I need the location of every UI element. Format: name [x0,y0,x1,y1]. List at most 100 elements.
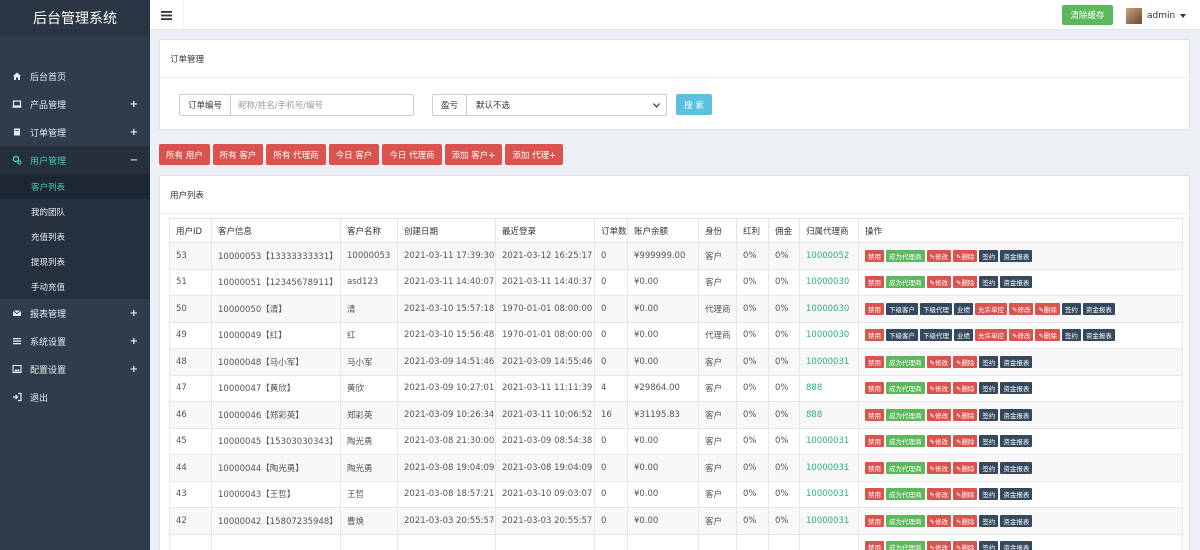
row-action-button[interactable]: 成为代理商 [886,514,925,527]
row-action-button[interactable]: ✎修改 [926,249,951,262]
row-action-button[interactable]: ✎删除 [952,355,978,368]
cell-agent[interactable]: 10000030 [799,321,859,349]
filter-button[interactable]: 所有 代理商 [266,144,326,165]
cell-agent[interactable] [799,533,859,550]
row-action-button[interactable]: 禁用 [865,435,884,448]
row-action-button[interactable]: 成为代理商 [886,408,925,421]
cell-agent[interactable]: 10000030 [799,268,859,296]
row-action-button[interactable]: ✎删除 [952,408,978,421]
row-action-button[interactable]: ✎修改 [926,488,951,501]
sidebar-item[interactable]: 系统设置 + [0,327,150,355]
row-action-button[interactable]: ✎修改 [1009,302,1034,315]
row-action-button[interactable]: ✎修改 [926,355,951,368]
filter-button[interactable]: 所有 客户 [212,144,264,165]
row-action-button[interactable]: 允许单控 [975,302,1007,315]
sidebar-item[interactable]: 产品管理 + [0,90,150,118]
cell-agent[interactable]: 10000052 [799,242,859,270]
row-action-button[interactable]: 资金报表 [1000,488,1033,501]
cell-agent[interactable]: 10000031 [799,454,859,482]
row-action-button[interactable]: 资金报表 [1000,276,1033,289]
menu-toggle-icon[interactable] [150,0,184,30]
row-action-button[interactable]: 禁用 [865,541,884,550]
sidebar-item[interactable]: 用户管理 − [0,146,150,174]
row-action-button[interactable]: 下级代理 [920,302,952,315]
row-action-button[interactable]: 成为代理商 [886,461,925,474]
row-action-button[interactable]: ✎修改 [926,435,951,448]
row-action-button[interactable]: ✎删除 [952,435,978,448]
row-action-button[interactable]: 允许单控 [975,329,1007,342]
row-action-button[interactable]: 签约 [1061,302,1081,315]
row-action-button[interactable]: 成为代理商 [886,541,925,550]
row-action-button[interactable]: 禁用 [865,329,884,342]
cell-agent[interactable]: 10000031 [799,348,859,376]
row-action-button[interactable]: 资金报表 [1000,355,1033,368]
row-action-button[interactable]: 资金报表 [1000,435,1033,448]
row-action-button[interactable]: 资金报表 [1082,329,1115,342]
row-action-button[interactable]: 业绩 [954,302,973,315]
sidebar-item[interactable]: 退出 [0,383,150,411]
cell-agent[interactable]: 10000031 [799,507,859,535]
filter-button[interactable]: 今日 代理商 [382,144,442,165]
cell-agent[interactable]: 888 [799,401,859,429]
row-action-button[interactable]: 签约 [979,461,999,474]
row-action-button[interactable]: 签约 [979,408,999,421]
row-action-button[interactable]: 签约 [979,514,999,527]
profit-select[interactable]: 默认不选 [467,95,666,115]
search-button[interactable]: 搜 索 [676,94,712,115]
row-action-button[interactable]: 签约 [979,382,999,395]
order-no-input[interactable]: 昵称/姓名/手机号/编号 [231,95,413,115]
sidebar-subitem[interactable]: 客户列表 [0,174,150,199]
cell-agent[interactable]: 10000031 [799,427,859,455]
filter-button[interactable]: 添加 客户+ [444,144,503,165]
row-action-button[interactable]: 资金报表 [1000,541,1033,550]
row-action-button[interactable]: 禁用 [865,355,884,368]
cell-agent[interactable]: 10000030 [799,295,859,323]
row-action-button[interactable]: 禁用 [865,461,884,474]
row-action-button[interactable]: ✎删除 [952,541,978,550]
sidebar-subitem[interactable]: 我的团队 [0,199,150,224]
row-action-button[interactable]: 签约 [979,541,999,550]
row-action-button[interactable]: 签约 [979,435,999,448]
row-action-button[interactable]: 签约 [979,249,999,262]
row-action-button[interactable]: 成为代理商 [886,249,925,262]
row-action-button[interactable]: 资金报表 [1000,514,1033,527]
cell-agent[interactable]: 888 [799,374,859,402]
user-menu[interactable]: admin [1126,8,1187,24]
filter-button[interactable]: 所有 用户 [159,144,210,165]
row-action-button[interactable]: ✎删除 [952,514,978,527]
row-action-button[interactable]: 成为代理商 [886,276,925,289]
clear-cache-button[interactable]: 清除缓存 [1062,5,1113,25]
sidebar-item[interactable]: 订单管理 + [0,118,150,146]
row-action-button[interactable]: 资金报表 [1000,408,1033,421]
row-action-button[interactable]: 下级客户 [886,302,918,315]
row-action-button[interactable]: 签约 [1061,329,1081,342]
sidebar-subitem[interactable]: 充值列表 [0,224,150,249]
row-action-button[interactable]: 签约 [979,355,999,368]
row-action-button[interactable]: ✎修改 [1009,329,1034,342]
row-action-button[interactable]: 成为代理商 [886,435,925,448]
filter-button[interactable]: 添加 代理+ [505,144,564,165]
sidebar-subitem[interactable]: 手动充值 [0,274,150,299]
row-action-button[interactable]: ✎修改 [926,276,951,289]
row-action-button[interactable]: ✎删除 [952,488,978,501]
row-action-button[interactable]: ✎修改 [926,408,951,421]
row-action-button[interactable]: 禁用 [865,249,884,262]
row-action-button[interactable]: 资金报表 [1000,382,1033,395]
row-action-button[interactable]: ✎删除 [952,249,978,262]
sidebar-item[interactable]: 配置设置 + [0,355,150,383]
row-action-button[interactable]: 禁用 [865,276,884,289]
row-action-button[interactable]: 业绩 [954,329,973,342]
row-action-button[interactable]: ✎删除 [952,461,978,474]
row-action-button[interactable]: 签约 [979,276,999,289]
row-action-button[interactable]: 成为代理商 [886,355,925,368]
row-action-button[interactable]: 禁用 [865,302,884,315]
row-action-button[interactable]: ✎删除 [1035,329,1060,342]
row-action-button[interactable]: 签约 [979,488,999,501]
filter-button[interactable]: 今日 客户 [328,144,380,165]
row-action-button[interactable]: 下级客户 [886,329,918,342]
row-action-button[interactable]: 资金报表 [1000,249,1033,262]
row-action-button[interactable]: 禁用 [865,408,884,421]
row-action-button[interactable]: 禁用 [865,382,884,395]
row-action-button[interactable]: ✎删除 [952,276,978,289]
cell-agent[interactable]: 10000031 [799,480,859,508]
